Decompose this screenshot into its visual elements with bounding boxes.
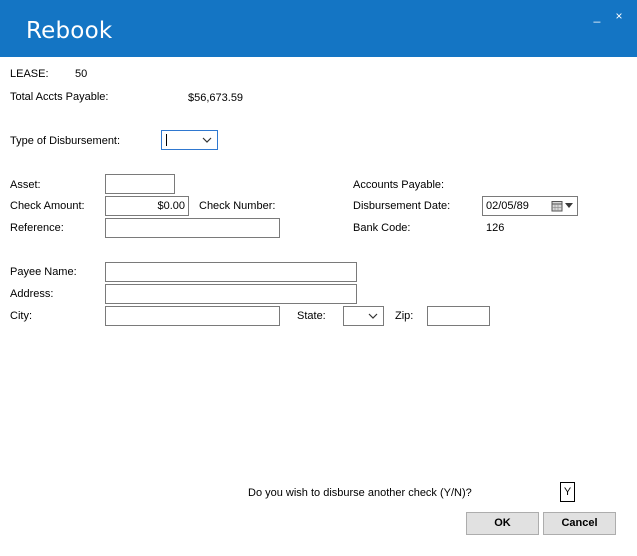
bank-code-label: Bank Code: [353, 222, 411, 234]
accounts-payable-label: Accounts Payable: [353, 179, 445, 191]
address-input[interactable] [105, 284, 357, 304]
state-label: State: [297, 310, 326, 322]
window-title: Rebook [26, 18, 113, 44]
check-number-label: Check Number: [199, 200, 276, 212]
disbursement-date-picker[interactable]: 02/05/89 [482, 196, 578, 216]
minimize-button[interactable]: _ [590, 9, 604, 23]
zip-label: Zip: [395, 310, 414, 322]
city-input[interactable] [105, 306, 280, 326]
check-amount-input[interactable] [105, 196, 189, 216]
reference-label: Reference: [10, 222, 64, 234]
reference-input[interactable] [105, 218, 280, 238]
payee-name-label: Payee Name: [10, 266, 77, 278]
disbursement-type-select[interactable] [161, 130, 218, 150]
lease-value: 50 [75, 68, 88, 80]
cancel-button[interactable]: Cancel [543, 512, 616, 535]
check-amount-label: Check Amount: [10, 200, 85, 212]
triangle-down-icon[interactable] [565, 203, 573, 209]
chevron-down-icon [202, 137, 212, 143]
asset-input[interactable] [105, 174, 175, 194]
lease-label: LEASE: [10, 68, 49, 80]
chevron-down-icon [368, 313, 378, 319]
close-button[interactable]: × [612, 9, 626, 23]
disbursement-type-label: Type of Disbursement: [10, 135, 121, 147]
payee-name-input[interactable] [105, 262, 357, 282]
disburse-another-input[interactable]: Y [560, 482, 575, 502]
zip-input[interactable] [427, 306, 490, 326]
ok-button[interactable]: OK [466, 512, 539, 535]
total-accts-payable-value: $56,673.59 [188, 92, 244, 104]
address-label: Address: [10, 288, 54, 300]
bank-code-value: 126 [486, 222, 505, 234]
asset-label: Asset: [10, 179, 41, 191]
disburse-another-prompt: Do you wish to disburse another check (Y… [248, 487, 472, 499]
calendar-icon[interactable] [551, 200, 563, 212]
city-label: City: [10, 310, 32, 322]
title-bar: Rebook _ × [0, 0, 637, 57]
text-caret [166, 134, 167, 146]
total-accts-payable-label: Total Accts Payable: [10, 91, 109, 103]
disbursement-date-label: Disbursement Date: [353, 200, 451, 212]
disbursement-date-value: 02/05/89 [486, 200, 529, 212]
state-select[interactable] [343, 306, 384, 326]
